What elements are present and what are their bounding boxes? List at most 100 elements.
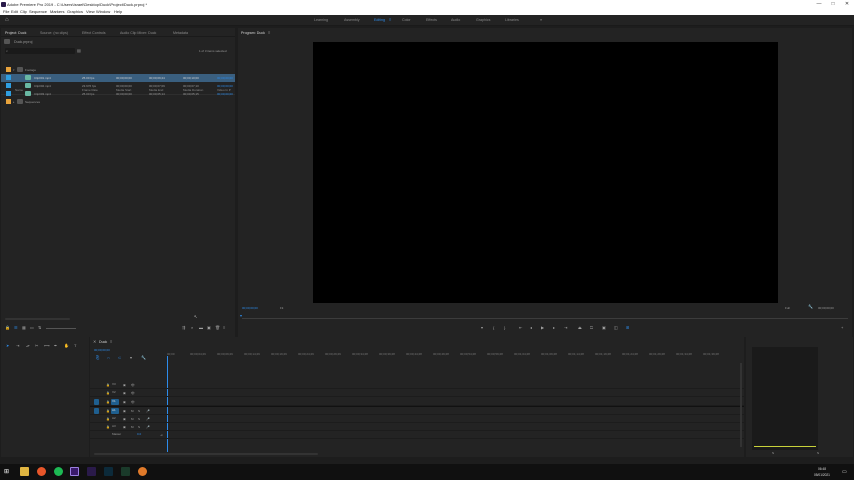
table-row[interactable]: Clip002.mp4 23.976 fps 00;00;00;00 00;00… [1, 82, 235, 90]
source-patch-a1[interactable] [94, 408, 99, 414]
wrench-icon[interactable]: 🔧 [808, 304, 813, 310]
taskbar-time[interactable]: 06:48 [818, 467, 826, 471]
timeline-vertical-scrollbar[interactable] [740, 363, 742, 447]
time-ruler[interactable]: 00;00 00;00;04;29 00;00;09;29 00;00;14;2… [167, 350, 735, 358]
insert-nest-icon[interactable]: ⎘ [96, 355, 99, 361]
panel-menu-icon[interactable]: ≡ [268, 30, 270, 36]
notifications-icon[interactable]: ▭ [842, 469, 847, 475]
voice-over-icon[interactable]: 🎤 [146, 424, 150, 430]
solo-icon[interactable]: S [138, 424, 140, 430]
timeline-settings-icon[interactable]: 🔧 [141, 355, 146, 361]
program-video-frame[interactable] [313, 42, 778, 303]
go-to-in-icon[interactable]: ⇤ [519, 325, 522, 331]
ripple-edit-tool-icon[interactable]: ⟛ [26, 343, 30, 349]
maximize-button[interactable]: □ [826, 0, 840, 9]
lift-icon[interactable]: ⏏ [578, 325, 582, 331]
track-lock-icon[interactable]: 🔒 [106, 382, 110, 388]
track-lock-icon[interactable]: 🔒 [106, 416, 110, 422]
track-a3[interactable]: 🔒 A3 ▣ M S 🎤 [90, 423, 744, 431]
new-bin-from-search-icon[interactable]: ▤ [77, 48, 81, 54]
more-workspaces-icon[interactable]: » [540, 17, 542, 23]
taskbar-date[interactable]: 05/01/2021 [814, 473, 830, 477]
file-explorer-icon[interactable] [20, 467, 29, 476]
lock-icon[interactable]: 🔒 [5, 325, 10, 331]
voice-over-icon[interactable]: 🎤 [146, 416, 150, 422]
pen-tool-icon[interactable]: ✒ [54, 343, 57, 349]
workspace-assembly[interactable]: Assembly [344, 15, 360, 26]
app-icon-orange[interactable] [138, 467, 147, 476]
sync-lock-icon[interactable]: ▣ [123, 408, 126, 414]
sort-icons-icon[interactable]: ⇅ [38, 325, 41, 331]
go-to-out-icon[interactable]: ⇥ [564, 325, 567, 331]
solo-left-icon[interactable]: S [772, 450, 774, 456]
timeline-timecode[interactable]: 00;00;00;00 [94, 348, 110, 352]
workspace-learning[interactable]: Learning [314, 15, 328, 26]
track-lock-icon[interactable]: 🔒 [106, 424, 110, 430]
eye-icon[interactable]: 👁 [131, 399, 135, 405]
track-v2[interactable]: 🔒 V2 ▣ 👁 [90, 389, 744, 397]
new-bin-icon[interactable]: ▬ [199, 325, 203, 331]
mark-in-icon[interactable]: { [493, 325, 494, 331]
hand-tool-icon[interactable]: ✋ [64, 343, 69, 349]
workspace-audio[interactable]: Audio [451, 15, 460, 26]
workspace-effects[interactable]: Effects [426, 15, 437, 26]
list-view-icon[interactable]: ☰ [14, 325, 18, 331]
firefox-icon[interactable] [37, 467, 46, 476]
track-lock-icon[interactable]: 🔒 [106, 399, 110, 405]
premiere-taskbar-icon[interactable] [70, 467, 79, 476]
track-lock-icon[interactable]: 🔒 [106, 390, 110, 396]
sync-lock-icon[interactable]: ▣ [123, 390, 126, 396]
windows-start-icon[interactable]: ⊞ [4, 469, 9, 475]
eye-icon[interactable]: 👁 [131, 382, 135, 388]
clear-icon[interactable]: 🗑 [215, 325, 220, 331]
zoom-slider[interactable] [46, 328, 76, 329]
comparison-view-icon[interactable]: ◫ [614, 325, 618, 331]
sync-lock-icon[interactable]: ▣ [123, 399, 126, 405]
home-icon[interactable]: ⌂ [5, 17, 9, 23]
workspace-libraries[interactable]: Libraries [505, 15, 519, 26]
freeform-view-icon[interactable]: ▭ [30, 325, 34, 331]
solo-right-icon[interactable]: S [817, 450, 819, 456]
photoshop-icon[interactable] [104, 467, 113, 476]
table-row[interactable]: ▾ Footage [1, 66, 235, 74]
disclosure-icon[interactable]: ▾ [13, 66, 15, 74]
slip-tool-icon[interactable]: ⟷ [44, 343, 50, 349]
workspace-menu-icon[interactable]: ≡ [389, 17, 391, 23]
step-back-icon[interactable]: ◂ [530, 325, 532, 331]
tab-sequence[interactable]: Duck [99, 339, 107, 345]
snap-icon[interactable]: ∩ [107, 355, 110, 361]
new-item-icon[interactable]: ▣ [207, 325, 211, 331]
track-a2[interactable]: 🔒 A2 ▣ M S 🎤 [90, 415, 744, 423]
workspace-color[interactable]: Color [402, 15, 411, 26]
add-button-icon[interactable]: + [841, 325, 843, 331]
track-a1[interactable]: 🔒 A1 ▣ M S 🎤 [90, 407, 744, 415]
playhead-timecode[interactable]: 00;00;00;00 [242, 306, 258, 310]
track-v3[interactable]: 🔒 V3 ▣ 👁 [90, 381, 744, 389]
master-volume-value[interactable]: 0.0 [137, 432, 141, 436]
add-marker-icon[interactable]: ▾ [130, 355, 132, 361]
sync-lock-icon[interactable]: ▣ [123, 416, 126, 422]
table-row[interactable]: Clip003.mp4 25.00 fps 00;00;00;00 00;00;… [1, 90, 235, 98]
quality-dropdown[interactable]: Full [785, 306, 790, 310]
panel-menu-icon[interactable]: ≡ [110, 339, 112, 345]
app-icon[interactable] [121, 467, 130, 476]
find-icon[interactable]: ⌕ [191, 325, 193, 331]
automate-to-sequence-icon[interactable]: ⇶ [182, 325, 185, 331]
tab-program[interactable]: Program: Duck [241, 30, 265, 36]
panel-menu-icon[interactable]: ≡ [223, 325, 225, 331]
table-row[interactable]: ▸ Sequences [1, 98, 235, 106]
sync-lock-icon[interactable]: ▣ [123, 382, 126, 388]
horizontal-scrollbar[interactable] [5, 318, 70, 320]
track-master[interactable]: Master 0.0 ⇥ [90, 431, 744, 439]
linked-selection-icon[interactable]: ⊂ [118, 355, 121, 361]
timeline-horizontal-scrollbar[interactable] [94, 453, 318, 455]
selection-tool-icon[interactable]: ➤ [6, 343, 9, 349]
step-forward-icon[interactable]: ▸ [553, 325, 555, 331]
mute-icon[interactable]: M [131, 408, 134, 414]
add-marker-icon[interactable]: ▾ [481, 325, 483, 331]
voice-over-icon[interactable]: 🎤 [146, 408, 150, 414]
fit-dropdown[interactable]: Fit [280, 306, 283, 310]
close-button[interactable]: ✕ [840, 0, 854, 9]
workspace-graphics[interactable]: Graphics [476, 15, 490, 26]
solo-icon[interactable]: S [138, 408, 140, 414]
